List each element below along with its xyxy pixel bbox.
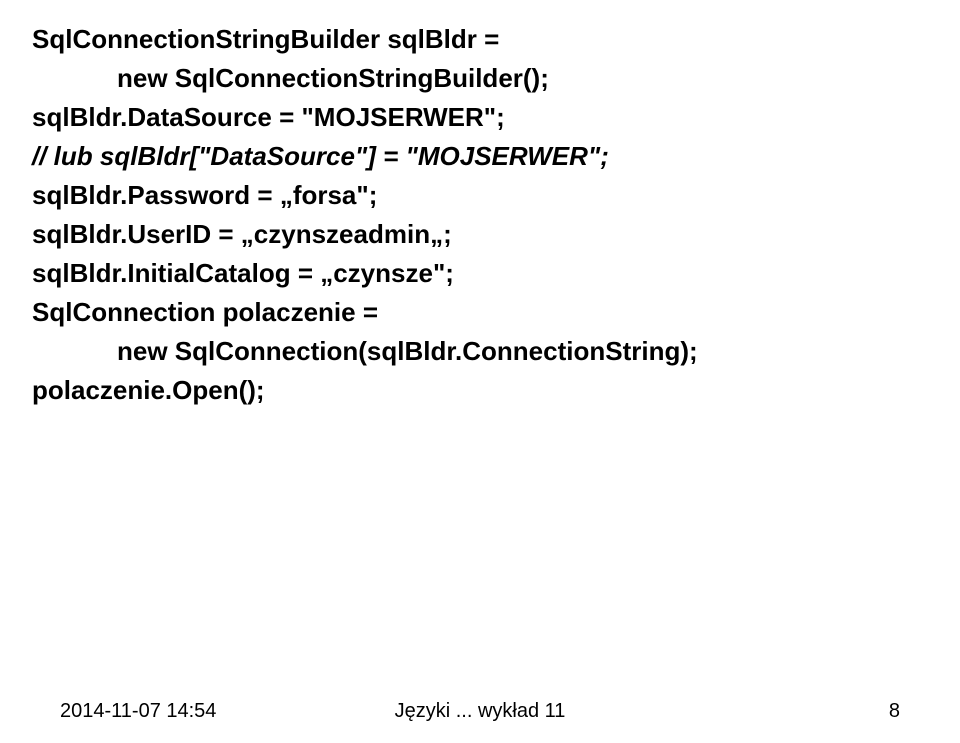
- code-line-8: SqlConnection polaczenie =: [32, 293, 928, 332]
- code-line-10: polaczenie.Open();: [32, 371, 928, 410]
- code-block: SqlConnectionStringBuilder sqlBldr = new…: [0, 0, 960, 410]
- code-line-6: sqlBldr.UserID = „czynszeadmin„;: [32, 215, 928, 254]
- slide-footer: 2014-11-07 14:54 Języki ... wykład 11 8: [0, 700, 960, 723]
- code-line-4-comment: // lub sqlBldr["DataSource"] = "MOJSERWE…: [32, 137, 928, 176]
- code-line-2: new SqlConnectionStringBuilder();: [32, 59, 928, 98]
- code-line-5: sqlBldr.Password = „forsa";: [32, 176, 928, 215]
- code-line-9: new SqlConnection(sqlBldr.ConnectionStri…: [32, 332, 928, 371]
- footer-date: 2014-11-07 14:54: [60, 700, 340, 723]
- footer-title: Języki ... wykład 11: [340, 700, 620, 723]
- code-line-3: sqlBldr.DataSource = "MOJSERWER";: [32, 98, 928, 137]
- footer-page-number: 8: [620, 700, 900, 723]
- code-line-1: SqlConnectionStringBuilder sqlBldr =: [32, 20, 928, 59]
- code-line-7: sqlBldr.InitialCatalog = „czynsze";: [32, 254, 928, 293]
